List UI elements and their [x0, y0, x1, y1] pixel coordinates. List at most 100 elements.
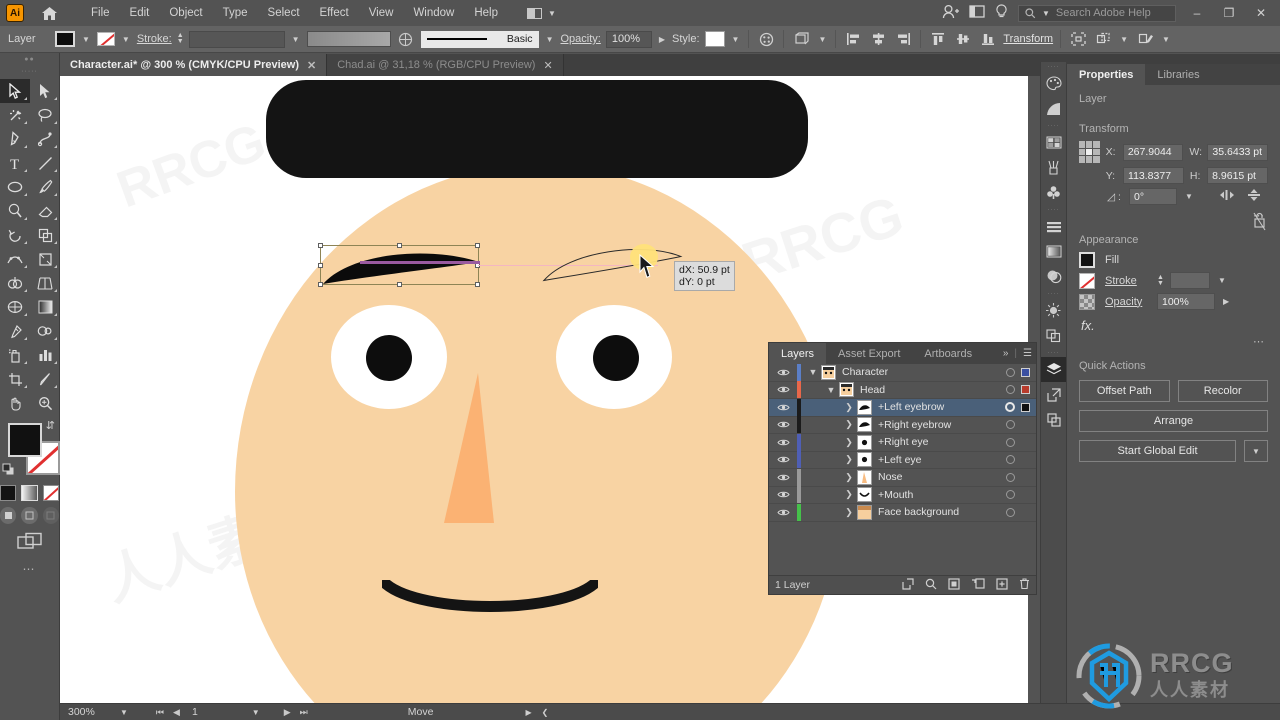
rail-grip[interactable]: ···· — [1041, 62, 1066, 71]
layer-expand-chevron-icon[interactable]: ❯ — [841, 507, 857, 518]
chevron-down-icon[interactable]: ▼ — [544, 35, 556, 44]
slice-tool[interactable] — [30, 367, 60, 391]
tab-asset-export[interactable]: Asset Export — [826, 343, 912, 364]
h-input[interactable]: 8.9615 pt — [1207, 167, 1268, 184]
layer-name[interactable]: Character — [842, 366, 1006, 378]
scale-tool[interactable] — [30, 223, 60, 247]
constrain-proportions-icon[interactable] — [1253, 212, 1266, 235]
direct-selection-tool[interactable] — [30, 79, 60, 103]
appearance-stroke-swatch[interactable] — [1079, 272, 1095, 289]
menu-view[interactable]: View — [360, 4, 403, 22]
offset-path-button[interactable]: Offset Path — [1079, 380, 1170, 402]
layer-visibility-icon[interactable] — [769, 455, 797, 464]
edit-toolbar-icon[interactable] — [1135, 30, 1155, 49]
selection-handle[interactable] — [318, 243, 323, 248]
toolbar-collapse-handle[interactable]: ····· — [0, 65, 59, 77]
stroke-weight-stepper[interactable]: ▲ ▼ — [177, 32, 184, 45]
layer-row-left-eye[interactable]: ❯ +Left eye — [769, 451, 1036, 469]
chevron-down-icon[interactable]: ▼ — [250, 708, 262, 717]
chevron-down-icon[interactable]: ▼ — [1160, 35, 1172, 44]
layer-expand-chevron-icon[interactable]: ❯ — [841, 472, 857, 483]
chevron-down-icon[interactable]: ▼ — [1216, 276, 1228, 285]
layer-row-nose[interactable]: ❯ Nose — [769, 468, 1036, 487]
shape-builder-tool[interactable] — [0, 271, 30, 295]
layer-target-indicator[interactable] — [1006, 437, 1015, 447]
character-mouth-shape[interactable] — [382, 580, 598, 620]
chevron-right-icon[interactable]: ▶ — [657, 35, 667, 44]
layer-name[interactable]: Face background — [878, 506, 1006, 518]
locate-object-icon[interactable] — [925, 578, 937, 593]
menu-help[interactable]: Help — [465, 4, 507, 22]
chevron-down-icon[interactable]: ▼ — [1118, 35, 1130, 44]
user-account-icon[interactable] — [942, 4, 959, 22]
align-bottom-icon[interactable] — [978, 30, 998, 49]
transparency-panel-icon[interactable] — [1041, 239, 1066, 264]
appearance-fill-swatch[interactable] — [1079, 252, 1095, 268]
w-input[interactable]: 35.6433 pt — [1207, 143, 1268, 161]
character-right-pupil[interactable] — [593, 335, 639, 381]
window-restore-button[interactable]: ❐ — [1218, 6, 1240, 20]
stroke-profile-dropdown[interactable] — [306, 31, 391, 47]
variable-width-icon[interactable] — [396, 30, 416, 49]
layer-target-indicator[interactable] — [1006, 507, 1015, 517]
home-icon[interactable] — [38, 6, 60, 21]
tab-properties[interactable]: Properties — [1067, 64, 1146, 85]
menu-select[interactable]: Select — [259, 4, 309, 22]
close-icon[interactable]: ✕ — [543, 59, 552, 72]
layer-visibility-icon[interactable] — [769, 473, 797, 482]
layer-expand-chevron-icon[interactable]: ❯ — [841, 437, 857, 448]
layer-target-indicator[interactable] — [1006, 490, 1015, 500]
layer-expand-chevron-icon[interactable]: ❯ — [841, 489, 857, 500]
arrange-documents-button[interactable]: ▼ — [527, 7, 558, 19]
selection-handle[interactable] — [396, 243, 402, 248]
color-panel-icon[interactable] — [1041, 71, 1066, 96]
pen-tool[interactable] — [0, 127, 30, 151]
layer-row-mouth[interactable]: ❯ +Mouth — [769, 486, 1036, 504]
chevron-down-icon[interactable]: ▼ — [290, 35, 302, 44]
x-input[interactable]: 267.9044 — [1122, 143, 1184, 161]
chevron-right-icon[interactable]: ▶ — [1221, 297, 1231, 306]
layer-visibility-icon[interactable] — [769, 403, 797, 412]
opacity-input[interactable]: 100% — [1157, 293, 1215, 310]
symbols-panel-icon[interactable] — [1041, 180, 1066, 205]
menu-type[interactable]: Type — [214, 4, 257, 22]
layer-target-indicator[interactable] — [1006, 472, 1015, 482]
global-edit-options-button[interactable]: ▼ — [1244, 440, 1268, 462]
swap-fill-stroke-icon[interactable]: ⇵ — [46, 419, 55, 432]
align-center-horizontal-icon[interactable] — [868, 30, 888, 49]
menu-effect[interactable]: Effect — [311, 4, 358, 22]
arrange-button[interactable]: Arrange — [1079, 410, 1268, 432]
workspace-switcher-icon[interactable] — [969, 5, 985, 21]
layer-expand-chevron-icon[interactable]: ❯ — [841, 419, 857, 430]
align-panel-icon[interactable] — [1041, 214, 1066, 239]
isolate-selected-object-icon[interactable] — [1068, 30, 1088, 49]
curvature-tool[interactable] — [30, 127, 60, 151]
layer-name[interactable]: +Right eye — [878, 436, 1006, 448]
paintbrush-tool[interactable] — [30, 175, 60, 199]
appearance-opacity-swatch[interactable] — [1079, 293, 1095, 310]
perspective-grid-tool[interactable] — [30, 271, 60, 295]
fill-color-swatch[interactable] — [55, 31, 75, 47]
layer-name[interactable]: +Left eye — [878, 454, 1006, 466]
selection-tool[interactable] — [0, 79, 30, 103]
draw-normal-button[interactable] — [0, 507, 17, 524]
draw-inside-button[interactable] — [42, 507, 59, 524]
zoom-tool[interactable] — [30, 391, 60, 415]
document-tab-chad[interactable]: Chad.ai @ 31,18 % (RGB/CPU Preview) ✕ — [327, 54, 564, 76]
chevron-down-icon[interactable]: ▼ — [1183, 192, 1195, 201]
chevron-down-icon[interactable]: ▼ — [730, 35, 742, 44]
delete-layer-icon[interactable] — [1019, 577, 1030, 593]
discover-icon[interactable] — [995, 4, 1008, 22]
tab-layers[interactable]: Layers — [769, 343, 827, 364]
create-new-layer-icon[interactable] — [996, 577, 1008, 593]
zoom-level-value[interactable]: 300% — [60, 706, 118, 718]
menu-edit[interactable]: Edit — [121, 4, 159, 22]
menu-file[interactable]: File — [82, 4, 119, 22]
hand-tool[interactable] — [0, 391, 30, 415]
document-tab-character[interactable]: Character.ai* @ 300 % (CMYK/CPU Preview)… — [60, 54, 328, 76]
flip-horizontal-icon[interactable] — [1219, 189, 1235, 204]
layer-name[interactable]: +Left eyebrow — [878, 401, 1005, 413]
type-tool[interactable]: T — [0, 151, 30, 175]
layer-collapse-chevron-icon[interactable]: ▼ — [823, 385, 839, 395]
default-fill-stroke-icon[interactable] — [2, 463, 17, 481]
